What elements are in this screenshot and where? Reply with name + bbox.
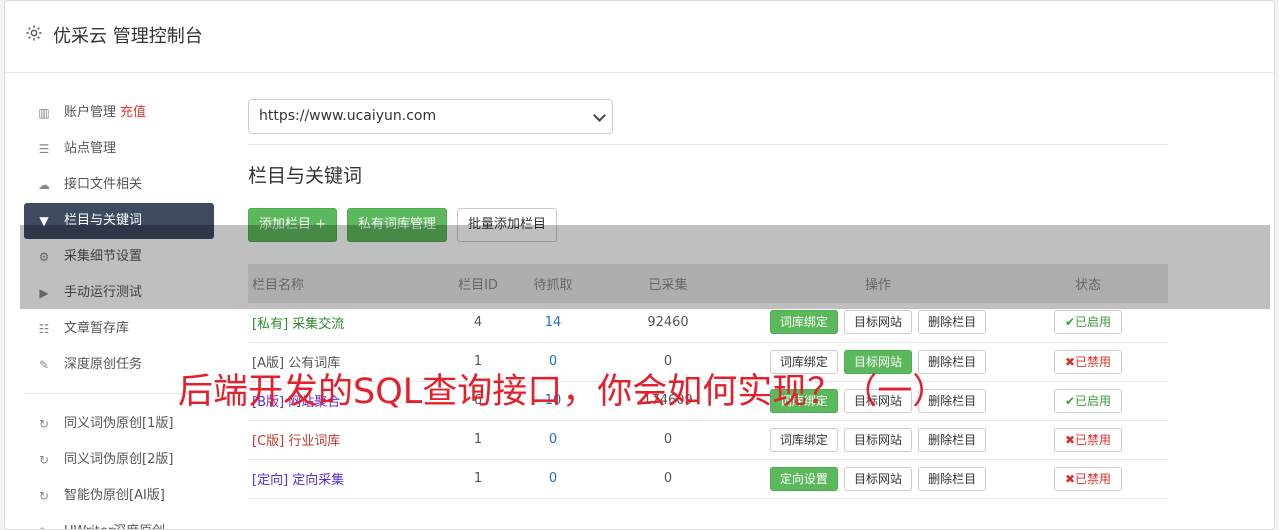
column-tag: [定向]: [252, 473, 289, 488]
panel-header: 优采云 管理控制台: [5, 1, 1274, 73]
watermark-caption: 后端开发的SQL查询接口，你会如何实现？（一）: [178, 372, 948, 412]
sidebar-item-label: 同义词伪原创[2版]: [64, 452, 174, 467]
column-name: 行业词库: [288, 434, 341, 449]
status-toggle-button[interactable]: ✖已禁用: [1053, 466, 1123, 491]
table-row: [C版] 行业词库 1 0 0 词库绑定 目标网站 删除栏目 ✖已禁用: [248, 420, 1168, 459]
divider: [248, 144, 1168, 145]
collected-count: 0: [663, 471, 673, 486]
row-status: ✔已启用: [1008, 381, 1168, 420]
sidebar-item-label: 站点管理: [64, 141, 117, 156]
status-toggle-button[interactable]: ✔已启用: [1053, 310, 1123, 335]
sidebar-item-6[interactable]: ☷ 文章暂存库: [24, 311, 214, 347]
page-title: 优采云 管理控制台: [53, 26, 203, 47]
cloud-upload-icon: ☁: [38, 178, 50, 192]
sidebar-item-9[interactable]: ↻ 同义词伪原创[2版]: [24, 442, 214, 478]
sidebar-item-10[interactable]: ↻ 智能伪原创[AI版]: [24, 478, 214, 514]
section-title: 栏目与关键词: [248, 165, 363, 187]
edit-icon: ✎: [36, 525, 52, 529]
status-toggle-button[interactable]: ✖已禁用: [1053, 349, 1123, 374]
sidebar-item-11[interactable]: ✎ UWriter深度原创: [24, 514, 214, 529]
sidebar-item-label: 同义词伪原创[1版]: [64, 416, 174, 431]
status-toggle-button[interactable]: ✖已禁用: [1053, 427, 1123, 452]
console-panel: 优采云 管理控制台 ▥ 账户管理 充值 ☰ 站点管理 ☁ 接口文件相关 ▼ 栏目与关键词 ⚙ 采集细…: [4, 0, 1275, 530]
bind-lexicon-button[interactable]: 词库绑定: [769, 310, 838, 335]
edit-icon: ✎: [38, 358, 50, 372]
sidebar-item-1[interactable]: ☰ 站点管理: [24, 131, 214, 167]
column-tag: [C版]: [252, 434, 285, 449]
target-site-button[interactable]: 目标网站: [843, 466, 912, 491]
row-status: ✖已禁用: [1008, 342, 1168, 381]
table-row: [定向] 定向采集 1 0 0 定向设置 目标网站 删除栏目 ✖已禁用: [248, 459, 1168, 498]
row-actions: 词库绑定 目标网站 删除栏目: [748, 420, 1008, 459]
row-status: ✖已禁用: [1008, 420, 1168, 459]
column-name-link[interactable]: [私有] 采集交流: [252, 317, 344, 332]
server-icon: ☰: [38, 142, 50, 156]
delete-column-button[interactable]: 删除栏目: [918, 310, 987, 335]
delete-column-button[interactable]: 删除栏目: [918, 427, 987, 452]
collected-count: 0: [663, 432, 673, 447]
column-name-link[interactable]: [定向] 定向采集: [252, 473, 344, 488]
site-select-value: https://www.ucaiyun.com: [259, 108, 437, 124]
pending-count[interactable]: 0: [518, 420, 588, 459]
site-select[interactable]: https://www.ucaiyun.com: [248, 99, 613, 134]
status-toggle-button[interactable]: ✔已启用: [1053, 388, 1123, 413]
chevron-down-icon: [593, 109, 606, 122]
column-tag: [私有]: [252, 316, 289, 332]
bind-lexicon-button[interactable]: 词库绑定: [769, 427, 838, 452]
bar-chart-icon: ▥: [38, 106, 50, 120]
column-id: 1: [473, 471, 483, 486]
gear-icon: [26, 25, 42, 41]
dim-overlay: [20, 225, 1270, 309]
sidebar-item-label: UWriter深度原创: [64, 524, 165, 529]
database-icon: ☷: [38, 322, 50, 336]
delete-column-button[interactable]: 删除栏目: [918, 466, 987, 491]
sidebar-item-label: 深度原创任务: [64, 357, 143, 372]
sidebar-item-label: 智能伪原创[AI版]: [64, 488, 165, 503]
refresh-icon: ↻: [38, 417, 50, 431]
target-site-button[interactable]: 目标网站: [843, 310, 912, 335]
column-name-link[interactable]: [C版] 行业词库: [252, 434, 340, 449]
row-status: ✖已禁用: [1008, 459, 1168, 498]
refresh-icon: ↻: [38, 489, 50, 503]
pending-count[interactable]: 0: [518, 459, 588, 498]
column-name: 采集交流: [292, 316, 345, 332]
column-name: 定向采集: [292, 473, 345, 488]
sidebar-item-0[interactable]: ▥ 账户管理 充值: [24, 95, 214, 131]
target-site-button[interactable]: 目标网站: [843, 427, 912, 452]
column-id: 1: [473, 432, 483, 447]
bind-lexicon-button[interactable]: 定向设置: [769, 466, 838, 491]
recharge-link[interactable]: 充值: [120, 105, 146, 120]
refresh-icon: ↻: [38, 453, 50, 467]
sidebar-item-label: 接口文件相关: [64, 177, 143, 192]
sidebar-item-2[interactable]: ☁ 接口文件相关: [24, 167, 214, 203]
sidebar-item-label: 文章暂存库: [64, 321, 130, 336]
sidebar: ▥ 账户管理 充值 ☰ 站点管理 ☁ 接口文件相关 ▼ 栏目与关键词 ⚙ 采集细节设置 ▶ 手动运行测试…: [24, 95, 214, 529]
sidebar-item-label: 账户管理: [64, 105, 117, 120]
row-actions: 定向设置 目标网站 删除栏目: [748, 459, 1008, 498]
